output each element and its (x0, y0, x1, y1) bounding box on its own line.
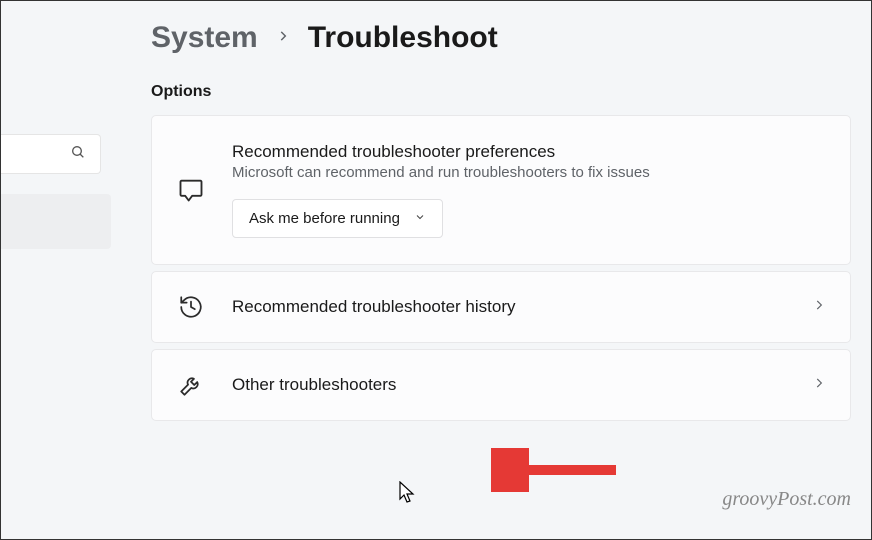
dropdown-value: Ask me before running (249, 210, 400, 227)
preferences-dropdown[interactable]: Ask me before running (232, 199, 443, 238)
search-input[interactable] (1, 134, 101, 174)
card-other-troubleshooters[interactable]: Other troubleshooters (151, 349, 851, 421)
history-icon (176, 294, 206, 320)
arrow-annotation (491, 448, 621, 492)
breadcrumb: System Troubleshoot (151, 21, 851, 55)
chevron-down-icon (414, 210, 426, 227)
card-history[interactable]: Recommended troubleshooter history (151, 271, 851, 343)
card-preferences: Recommended troubleshooter preferences M… (151, 115, 851, 265)
sidebar-item-active[interactable] (1, 194, 111, 249)
speech-bubble-icon (176, 176, 206, 204)
breadcrumb-current: Troubleshoot (308, 21, 498, 55)
wrench-icon (176, 372, 206, 398)
card-history-title: Recommended troubleshooter history (232, 297, 786, 317)
cursor-icon (399, 481, 417, 505)
chevron-right-icon (812, 376, 826, 395)
section-label-options: Options (151, 83, 851, 101)
card-preferences-title: Recommended troubleshooter preferences (232, 142, 826, 162)
watermark: groovyPost.com (722, 488, 851, 511)
breadcrumb-parent[interactable]: System (151, 21, 258, 55)
search-icon (70, 144, 86, 165)
chevron-right-icon (812, 298, 826, 317)
card-preferences-subtitle: Microsoft can recommend and run troubles… (232, 164, 826, 181)
chevron-right-icon (276, 29, 290, 48)
card-other-title: Other troubleshooters (232, 375, 786, 395)
